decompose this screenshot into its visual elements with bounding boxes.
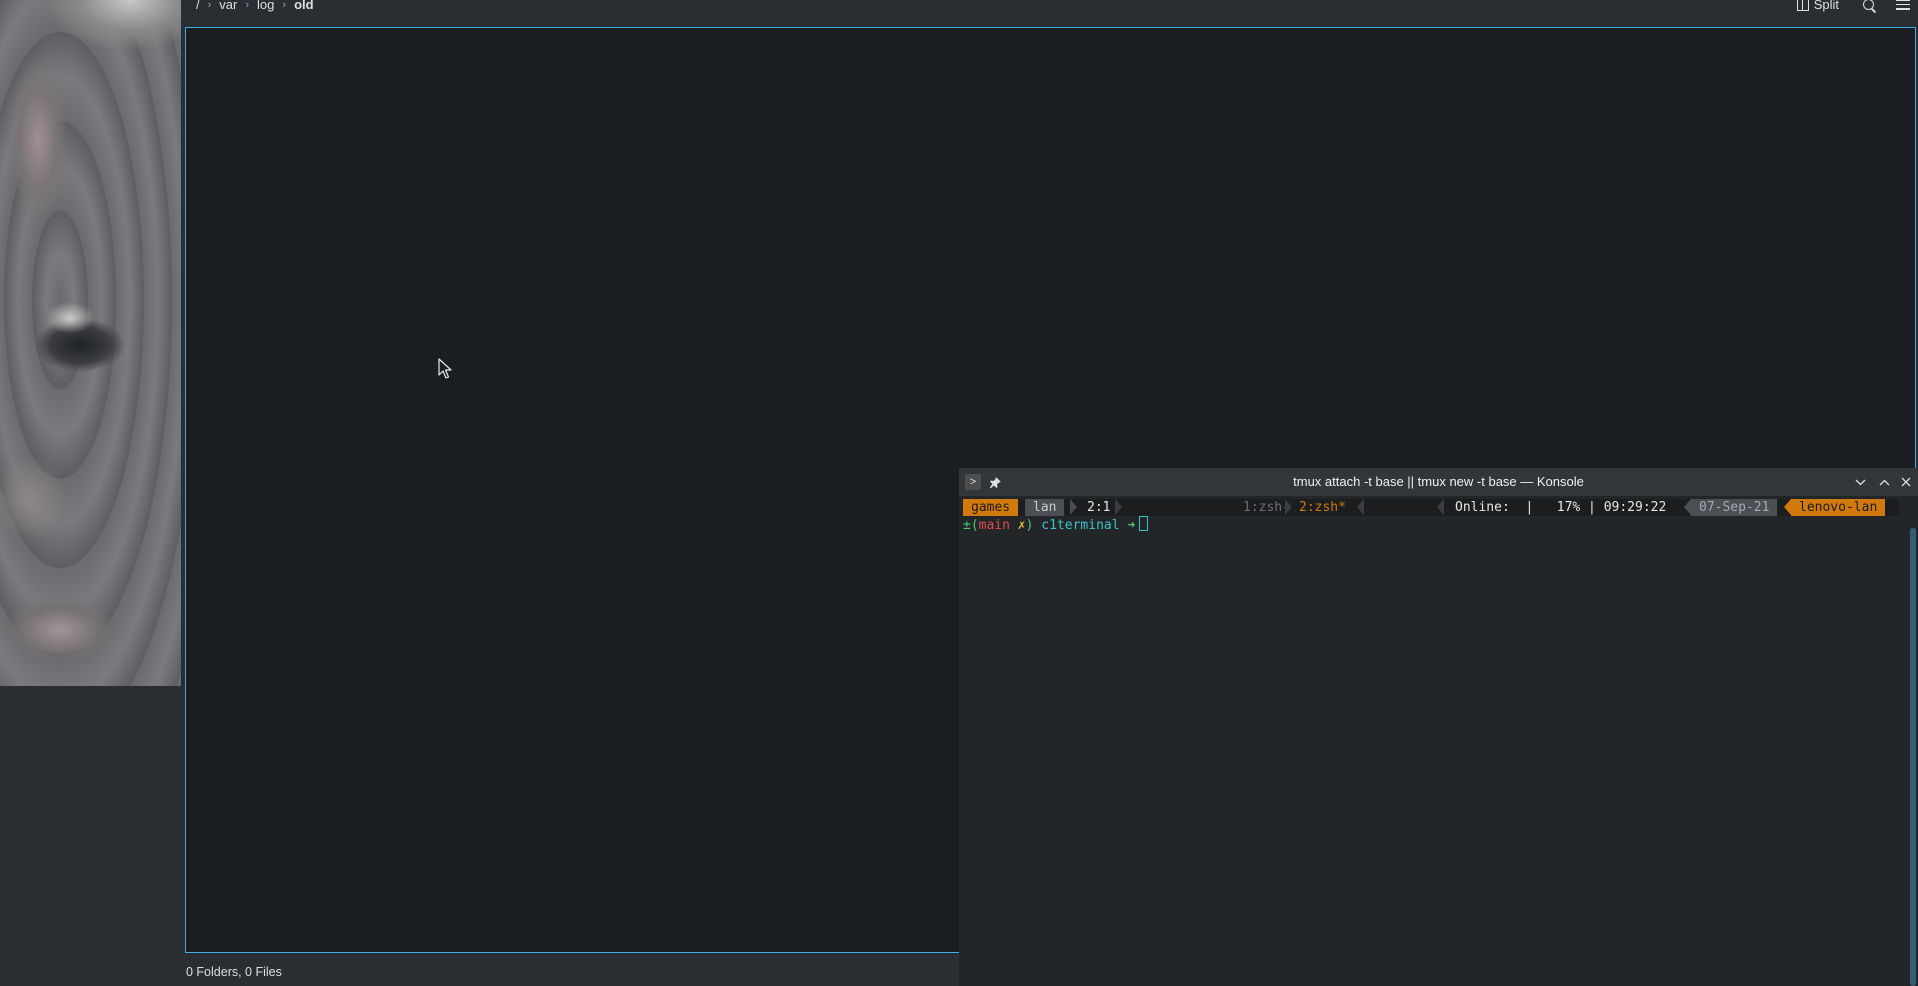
- tmux-date: 07-Sep-21: [1691, 499, 1778, 516]
- tmux-hostname: lenovo-lan: [1791, 499, 1886, 516]
- breadcrumb-root[interactable]: /: [190, 0, 206, 12]
- chevron-up-icon: [1879, 479, 1889, 485]
- close-icon: [1901, 477, 1911, 487]
- breadcrumb: / › var › log › old: [190, 0, 320, 12]
- close-button[interactable]: [1896, 472, 1916, 492]
- text-cursor: [1139, 516, 1149, 531]
- desktop-wallpaper: [0, 0, 181, 686]
- desktop-background: [0, 686, 181, 986]
- chevron-right-icon: ›: [245, 0, 250, 11]
- powerline-arrow-icon: [1684, 499, 1691, 515]
- shell-prompt[interactable]: ±(main ✗) c1terminal ➜: [963, 516, 1149, 533]
- tmux-status-bar: games lan 2:1 1:zsh- 2:zsh* Online: | 17…: [963, 499, 1899, 516]
- terminal-scrollbar[interactable]: [1910, 528, 1916, 986]
- chevron-down-icon: [1855, 479, 1865, 485]
- breadcrumb-log[interactable]: log: [251, 0, 280, 12]
- prompt-dirty-mark: ✗: [1017, 518, 1026, 533]
- status-text: 0 Folders, 0 Files: [186, 965, 282, 979]
- konsole-window: tmux attach -t base || tmux new -t base …: [959, 468, 1918, 986]
- prompt-directory: c1terminal: [1041, 518, 1120, 533]
- chevron-right-icon: ›: [207, 0, 212, 11]
- split-button[interactable]: Split: [1796, 0, 1839, 12]
- pin-icon[interactable]: [987, 474, 1003, 490]
- prompt-arrow: ➜: [1127, 518, 1136, 533]
- prompt-branch: main: [978, 518, 1010, 533]
- tmux-status-info: Online: | 17% | 09:29:22: [1447, 499, 1675, 516]
- split-label: Split: [1813, 0, 1839, 12]
- tmux-window-2[interactable]: 2:zsh*: [1291, 499, 1354, 516]
- chevron-right-icon: ›: [282, 0, 287, 11]
- mouse-cursor-icon: [438, 358, 452, 379]
- split-view-icon: [1796, 0, 1809, 11]
- tmux-session: games: [963, 499, 1019, 516]
- prompt-close-paren: ): [1025, 518, 1034, 533]
- location-bar: / › var › log › old Split: [181, 0, 1918, 26]
- search-button[interactable]: [1863, 0, 1878, 10]
- tmux-host: lan: [1025, 499, 1065, 516]
- maximize-button[interactable]: [1874, 472, 1894, 492]
- breadcrumb-var[interactable]: var: [213, 0, 243, 12]
- terminal-icon: >: [965, 474, 981, 490]
- powerline-arrow-icon: [1437, 499, 1444, 515]
- konsole-titlebar[interactable]: tmux attach -t base || tmux new -t base …: [959, 468, 1918, 496]
- prompt-git-prefix: ±(: [963, 518, 979, 533]
- terminal-area[interactable]: games lan 2:1 1:zsh- 2:zsh* Online: | 17…: [959, 496, 1918, 986]
- menu-button[interactable]: [1896, 0, 1910, 10]
- breadcrumb-old[interactable]: old: [288, 0, 320, 12]
- tmux-pane-index: 2:1: [1079, 499, 1119, 516]
- toolbar: Split: [1796, 0, 1918, 12]
- powerline-arrow-icon: [1070, 499, 1077, 515]
- powerline-arrow-icon: [1115, 499, 1122, 515]
- powerline-arrow-icon: [1784, 499, 1791, 515]
- minimize-button[interactable]: [1850, 472, 1870, 492]
- scrollbar-thumb[interactable]: [1910, 528, 1916, 986]
- tmux-window-1[interactable]: 1:zsh-: [1163, 499, 1298, 516]
- powerline-arrow-icon: [1357, 499, 1364, 515]
- hamburger-menu-icon: [1896, 0, 1910, 10]
- search-icon: [1863, 0, 1874, 10]
- window-title: tmux attach -t base || tmux new -t base …: [1293, 474, 1584, 489]
